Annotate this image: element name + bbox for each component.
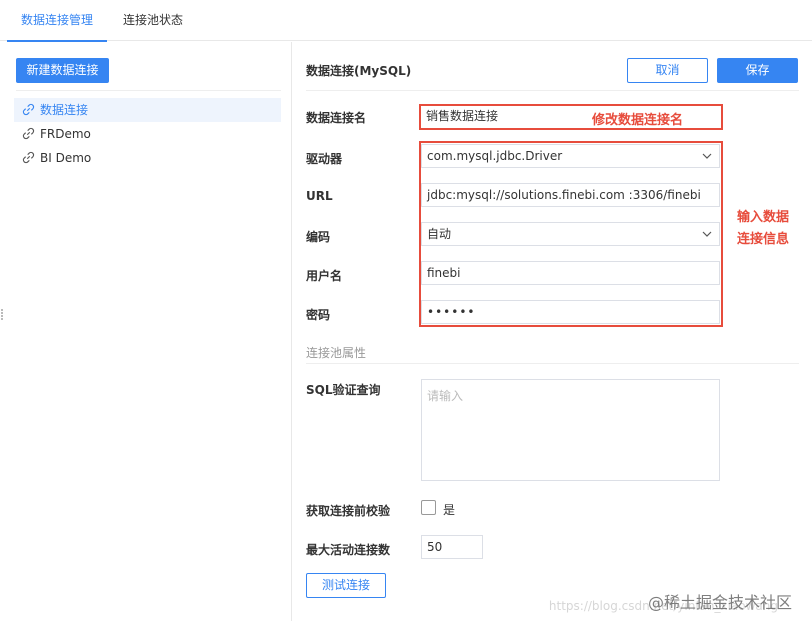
- top-tab-bar: 数据连接管理 连接池状态: [0, 0, 812, 42]
- encoding-label: 编码: [306, 230, 331, 244]
- cancel-button[interactable]: 取消: [627, 58, 708, 83]
- connection-item-label: BI Demo: [40, 151, 92, 165]
- connection-item-frdemo[interactable]: FRDemo: [14, 122, 281, 146]
- max-active-connections-label: 最大活动连接数: [306, 543, 391, 557]
- link-icon: [22, 103, 35, 116]
- annotation-info-note-line2: 连接信息: [737, 232, 790, 247]
- divider: [16, 90, 281, 91]
- panel-title: 数据连接(MySQL): [306, 64, 412, 78]
- annotation-box-info: [419, 141, 723, 327]
- save-button[interactable]: 保存: [717, 58, 798, 83]
- max-active-connections-value: 50: [427, 540, 443, 554]
- connection-item-bidemo[interactable]: BI Demo: [14, 146, 281, 170]
- validate-checkbox[interactable]: [421, 500, 436, 515]
- sql-query-placeholder: 请输入: [427, 389, 464, 403]
- validate-before-connect-label: 获取连接前校验: [306, 504, 391, 518]
- validate-checkbox-label: 是: [443, 503, 456, 517]
- watermark: @稀土掘金技术社区: [647, 593, 792, 612]
- link-icon: [22, 127, 35, 140]
- test-connection-button[interactable]: 测试连接: [306, 573, 386, 598]
- driver-label: 驱动器: [306, 152, 343, 166]
- connection-item-label: 数据连接: [40, 103, 89, 117]
- new-connection-button[interactable]: 新建数据连接: [16, 58, 109, 83]
- annotation-info-note-line1: 输入数据: [737, 210, 790, 225]
- connection-name-label: 数据连接名: [306, 111, 367, 125]
- username-label: 用户名: [306, 269, 343, 283]
- divider: [306, 363, 799, 364]
- resize-handle[interactable]: [0, 308, 4, 322]
- password-label: 密码: [306, 308, 331, 322]
- max-active-connections-input[interactable]: 50: [421, 535, 483, 559]
- divider: [306, 90, 799, 91]
- tab-connection-pool-status[interactable]: 连接池状态: [123, 0, 183, 41]
- connection-list-panel: 新建数据连接 数据连接 FRDemo BI Demo: [0, 42, 292, 621]
- tab-data-connection-management[interactable]: 数据连接管理: [6, 0, 108, 42]
- connection-item-sales[interactable]: 数据连接: [14, 98, 281, 122]
- link-icon: [22, 151, 35, 164]
- connection-item-label: FRDemo: [40, 127, 91, 141]
- annotation-rename-note: 修改数据连接名: [592, 113, 684, 128]
- sql-query-label: SQL验证查询: [306, 383, 381, 397]
- url-label: URL: [306, 189, 333, 203]
- sql-query-textarea[interactable]: 请输入: [421, 379, 720, 481]
- pool-section-label: 连接池属性: [306, 346, 367, 360]
